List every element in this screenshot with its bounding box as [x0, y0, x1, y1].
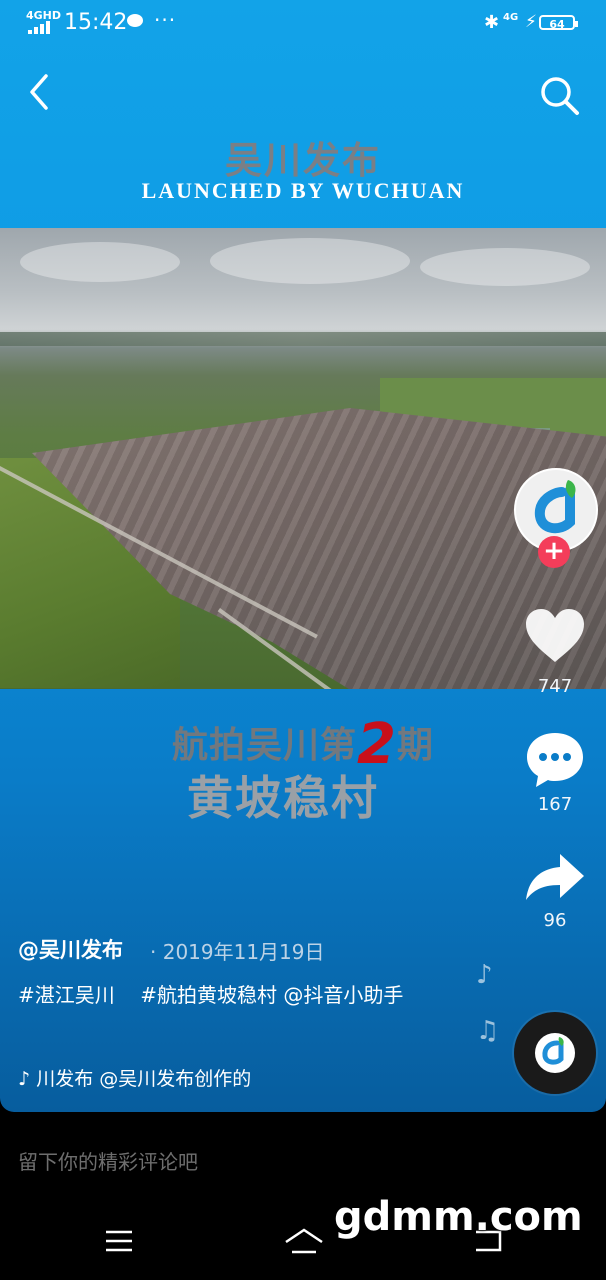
music-note-icon: ♪ [18, 1068, 31, 1090]
title-suffix: 期 [396, 724, 434, 766]
battery-indicator: 64 [539, 15, 578, 31]
music-disc[interactable] [514, 1012, 596, 1094]
like-count: 747 [537, 676, 573, 697]
video-player[interactable]: 4GHD 15:42 ··· ✱ 4G ⚡ 64 吴川发布 LAUNCHED B… [0, 0, 606, 1112]
signal-icon [28, 21, 54, 34]
back-button[interactable] [20, 72, 58, 112]
search-icon [541, 77, 579, 115]
video-title-line2: 黄坡稳村 [187, 771, 379, 825]
network-type: 4GHD [26, 9, 62, 22]
menu-icon [106, 1230, 132, 1252]
aerial-village-image [0, 228, 606, 689]
comment-button[interactable] [524, 730, 586, 790]
back-icon [30, 74, 48, 110]
menu-button[interactable] [104, 1228, 134, 1258]
share-icon [526, 854, 584, 900]
bluetooth-icon: ✱ [484, 12, 500, 33]
hashtag-zhanjiang[interactable]: #湛江吴川 [18, 983, 115, 1007]
network-type-right: 4G [503, 12, 519, 23]
brand-title-en: LAUNCHED BY WUCHUAN [141, 178, 465, 203]
mention-assistant[interactable]: @抖音小助手 [283, 983, 403, 1007]
music-info[interactable]: ♪ 川发布 @吴川发布创作的 [18, 1064, 251, 1091]
share-button[interactable] [524, 852, 586, 904]
heart-icon [526, 609, 584, 662]
watermark: gdmm.com [334, 1194, 583, 1240]
clock: 15:42 [64, 10, 128, 35]
title-prefix: 航拍吴川第 [172, 724, 358, 766]
share-count: 96 [543, 910, 567, 931]
comment-count: 167 [537, 794, 573, 815]
music-title: 川发布 @吴川发布创作的 [36, 1068, 252, 1090]
search-button[interactable] [536, 72, 582, 118]
home-button[interactable] [284, 1228, 324, 1260]
disc-logo-icon [535, 1033, 575, 1073]
comment-input[interactable]: 留下你的精彩评论吧 [18, 1146, 198, 1175]
home-icon [285, 1228, 323, 1254]
status-bar: 4GHD 15:42 ··· ✱ 4G ⚡ 64 [0, 0, 606, 46]
comment-icon [527, 733, 583, 787]
charging-icon: ⚡ [525, 12, 537, 32]
caption-text: #湛江吴川 #航拍黄坡稳村 @抖音小助手 [18, 978, 458, 1012]
more-notifications: ··· [154, 8, 177, 32]
message-icon [127, 14, 143, 27]
author-name[interactable]: @吴川发布 [18, 934, 123, 964]
post-date: · 2019年11月19日 [150, 940, 325, 964]
floating-notes-icon: ♫ [476, 1016, 500, 1046]
follow-button[interactable]: + [538, 536, 570, 568]
hashtag-aerial[interactable]: #航拍黄坡稳村 [140, 983, 277, 1007]
brand-title-cn: 吴川发布 [225, 138, 381, 182]
like-button[interactable] [524, 606, 586, 668]
floating-note-icon: ♪ [476, 960, 493, 990]
